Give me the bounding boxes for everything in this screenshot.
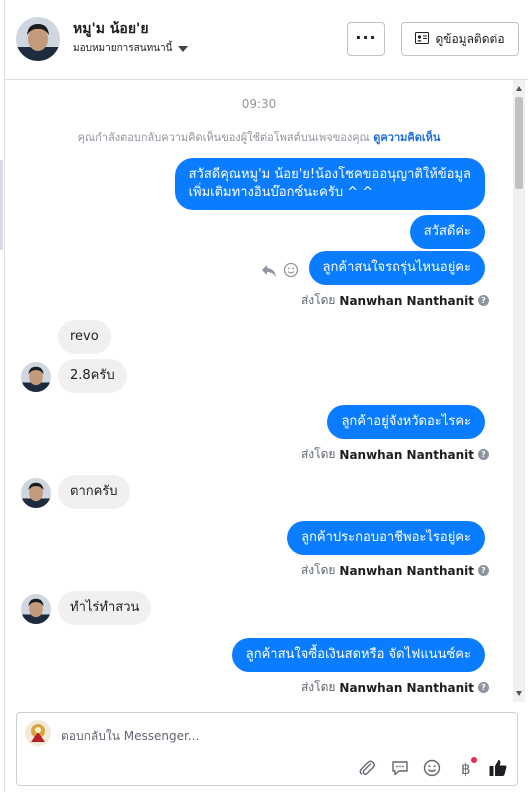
attach-icon[interactable] <box>356 757 378 779</box>
sender-avatar <box>21 362 51 392</box>
sender-avatar <box>21 478 51 508</box>
conversation-header: หมู'ม น้อย'ย มอบหมายการสนทนานี้ ··· ดูข้… <box>5 0 528 80</box>
scrollbar-thumb[interactable] <box>515 97 523 189</box>
assign-label: มอบหมายการสนทนานี้ <box>73 43 173 54</box>
info-icon[interactable]: ? <box>478 682 489 693</box>
window-edge <box>0 160 3 250</box>
scroll-down-icon[interactable] <box>516 691 522 696</box>
reply-composer[interactable]: ตอบกลับใน Messenger... ฿ <box>16 712 518 786</box>
view-contact-label: ดูข้อมูลติดต่อ <box>435 31 505 46</box>
message-bubble-incoming[interactable]: revo <box>58 320 111 354</box>
chevron-down-icon <box>178 45 189 52</box>
sent-by-prefix: ส่งโดย <box>300 293 336 307</box>
sent-by-name: Nanwhan Nanthanit <box>339 293 474 308</box>
like-icon[interactable] <box>487 757 509 779</box>
view-comment-link[interactable]: ดูความคิดเห็น <box>373 131 440 144</box>
message-actions <box>261 262 299 282</box>
notification-dot <box>471 757 477 763</box>
sent-by-prefix: ส่งโดย <box>300 447 336 461</box>
reply-input[interactable]: ตอบกลับใน Messenger... <box>61 727 199 746</box>
saved-reply-icon[interactable] <box>389 757 411 779</box>
more-button[interactable]: ··· <box>347 22 385 56</box>
message-bubble-incoming[interactable]: ตากครับ <box>58 475 130 509</box>
sent-by-name: Nanwhan Nanthanit <box>339 680 474 695</box>
message-bubble-outgoing[interactable]: ลูกค้าอยู่จังหวัดอะไรคะ <box>327 405 485 439</box>
sent-by-name: Nanwhan Nanthanit <box>339 447 474 462</box>
contact-avatar[interactable] <box>16 17 60 61</box>
conversation-panel: หมู'ม น้อย'ย มอบหมายการสนทนานี้ ··· ดูข้… <box>4 0 528 792</box>
sent-by-prefix: ส่งโดย <box>300 563 336 577</box>
scrollbar[interactable] <box>513 80 525 702</box>
svg-text:฿: ฿ <box>461 760 471 777</box>
sent-by-label: ส่งโดย Nanwhan Nanthanit ? <box>301 445 489 464</box>
sent-by-label: ส่งโดย Nanwhan Nanthanit ? <box>301 678 489 697</box>
message-bubble-outgoing[interactable]: สวัสดีคุณหมู'ม น้อย'ย!น้องโชคขออนุญาติให… <box>174 158 485 210</box>
message-line: สวัสดีคุณหมู'ม น้อย'ย!น้องโชคขออนุญาติให… <box>188 167 471 182</box>
message-bubble-outgoing[interactable]: ลูกค้าสนใจซื้อเงินสดหรือ จัดไฟแนนซ์คะ <box>231 638 485 672</box>
context-note: คุณกำลังตอบกลับความคิดเห็นของผู้ใช้ต่อโพ… <box>5 128 513 146</box>
message-line: เพิ่มเติมทางอินบ๊อกซ์นะครับ ^ ^ <box>188 185 374 200</box>
info-icon[interactable]: ? <box>478 565 489 576</box>
context-text: คุณกำลังตอบกลับความคิดเห็นของผู้ใช้ต่อโพ… <box>77 131 370 144</box>
sender-avatar <box>21 594 51 624</box>
info-icon[interactable]: ? <box>478 295 489 306</box>
reply-icon[interactable] <box>261 263 277 282</box>
page-avatar <box>25 720 51 746</box>
sent-by-label: ส่งโดย Nanwhan Nanthanit ? <box>301 291 489 310</box>
sent-by-name: Nanwhan Nanthanit <box>339 563 474 578</box>
emoji-icon[interactable] <box>283 262 299 282</box>
scroll-up-icon[interactable] <box>516 86 522 91</box>
message-thread[interactable]: 09:30 คุณกำลังตอบกลับความคิดเห็นของผู้ใช… <box>5 80 513 702</box>
message-bubble-outgoing[interactable]: ลูกค้าสนใจรถรุ่นไหนอยู่คะ <box>308 251 485 285</box>
emoji-icon[interactable] <box>421 757 443 779</box>
payment-icon[interactable]: ฿ <box>455 757 477 779</box>
assign-conversation[interactable]: มอบหมายการสนทนานี้ <box>73 41 189 56</box>
contact-card-icon <box>415 31 430 47</box>
timestamp: 09:30 <box>241 97 277 111</box>
message-bubble-outgoing[interactable]: สวัสดีค่ะ <box>409 215 485 249</box>
info-icon[interactable]: ? <box>478 449 489 460</box>
message-bubble-outgoing[interactable]: ลูกค้าประกอบอาชีพอะไรอยู่คะ <box>287 521 485 555</box>
sent-by-label: ส่งโดย Nanwhan Nanthanit ? <box>301 561 489 580</box>
sent-by-prefix: ส่งโดย <box>300 680 336 694</box>
message-bubble-incoming[interactable]: 2.8ครับ <box>58 359 127 393</box>
message-bubble-incoming[interactable]: ทำไร่ทำสวน <box>58 591 152 625</box>
contact-name: หมู'ม น้อย'ย <box>73 21 149 37</box>
view-contact-button[interactable]: ดูข้อมูลติดต่อ <box>401 22 519 56</box>
